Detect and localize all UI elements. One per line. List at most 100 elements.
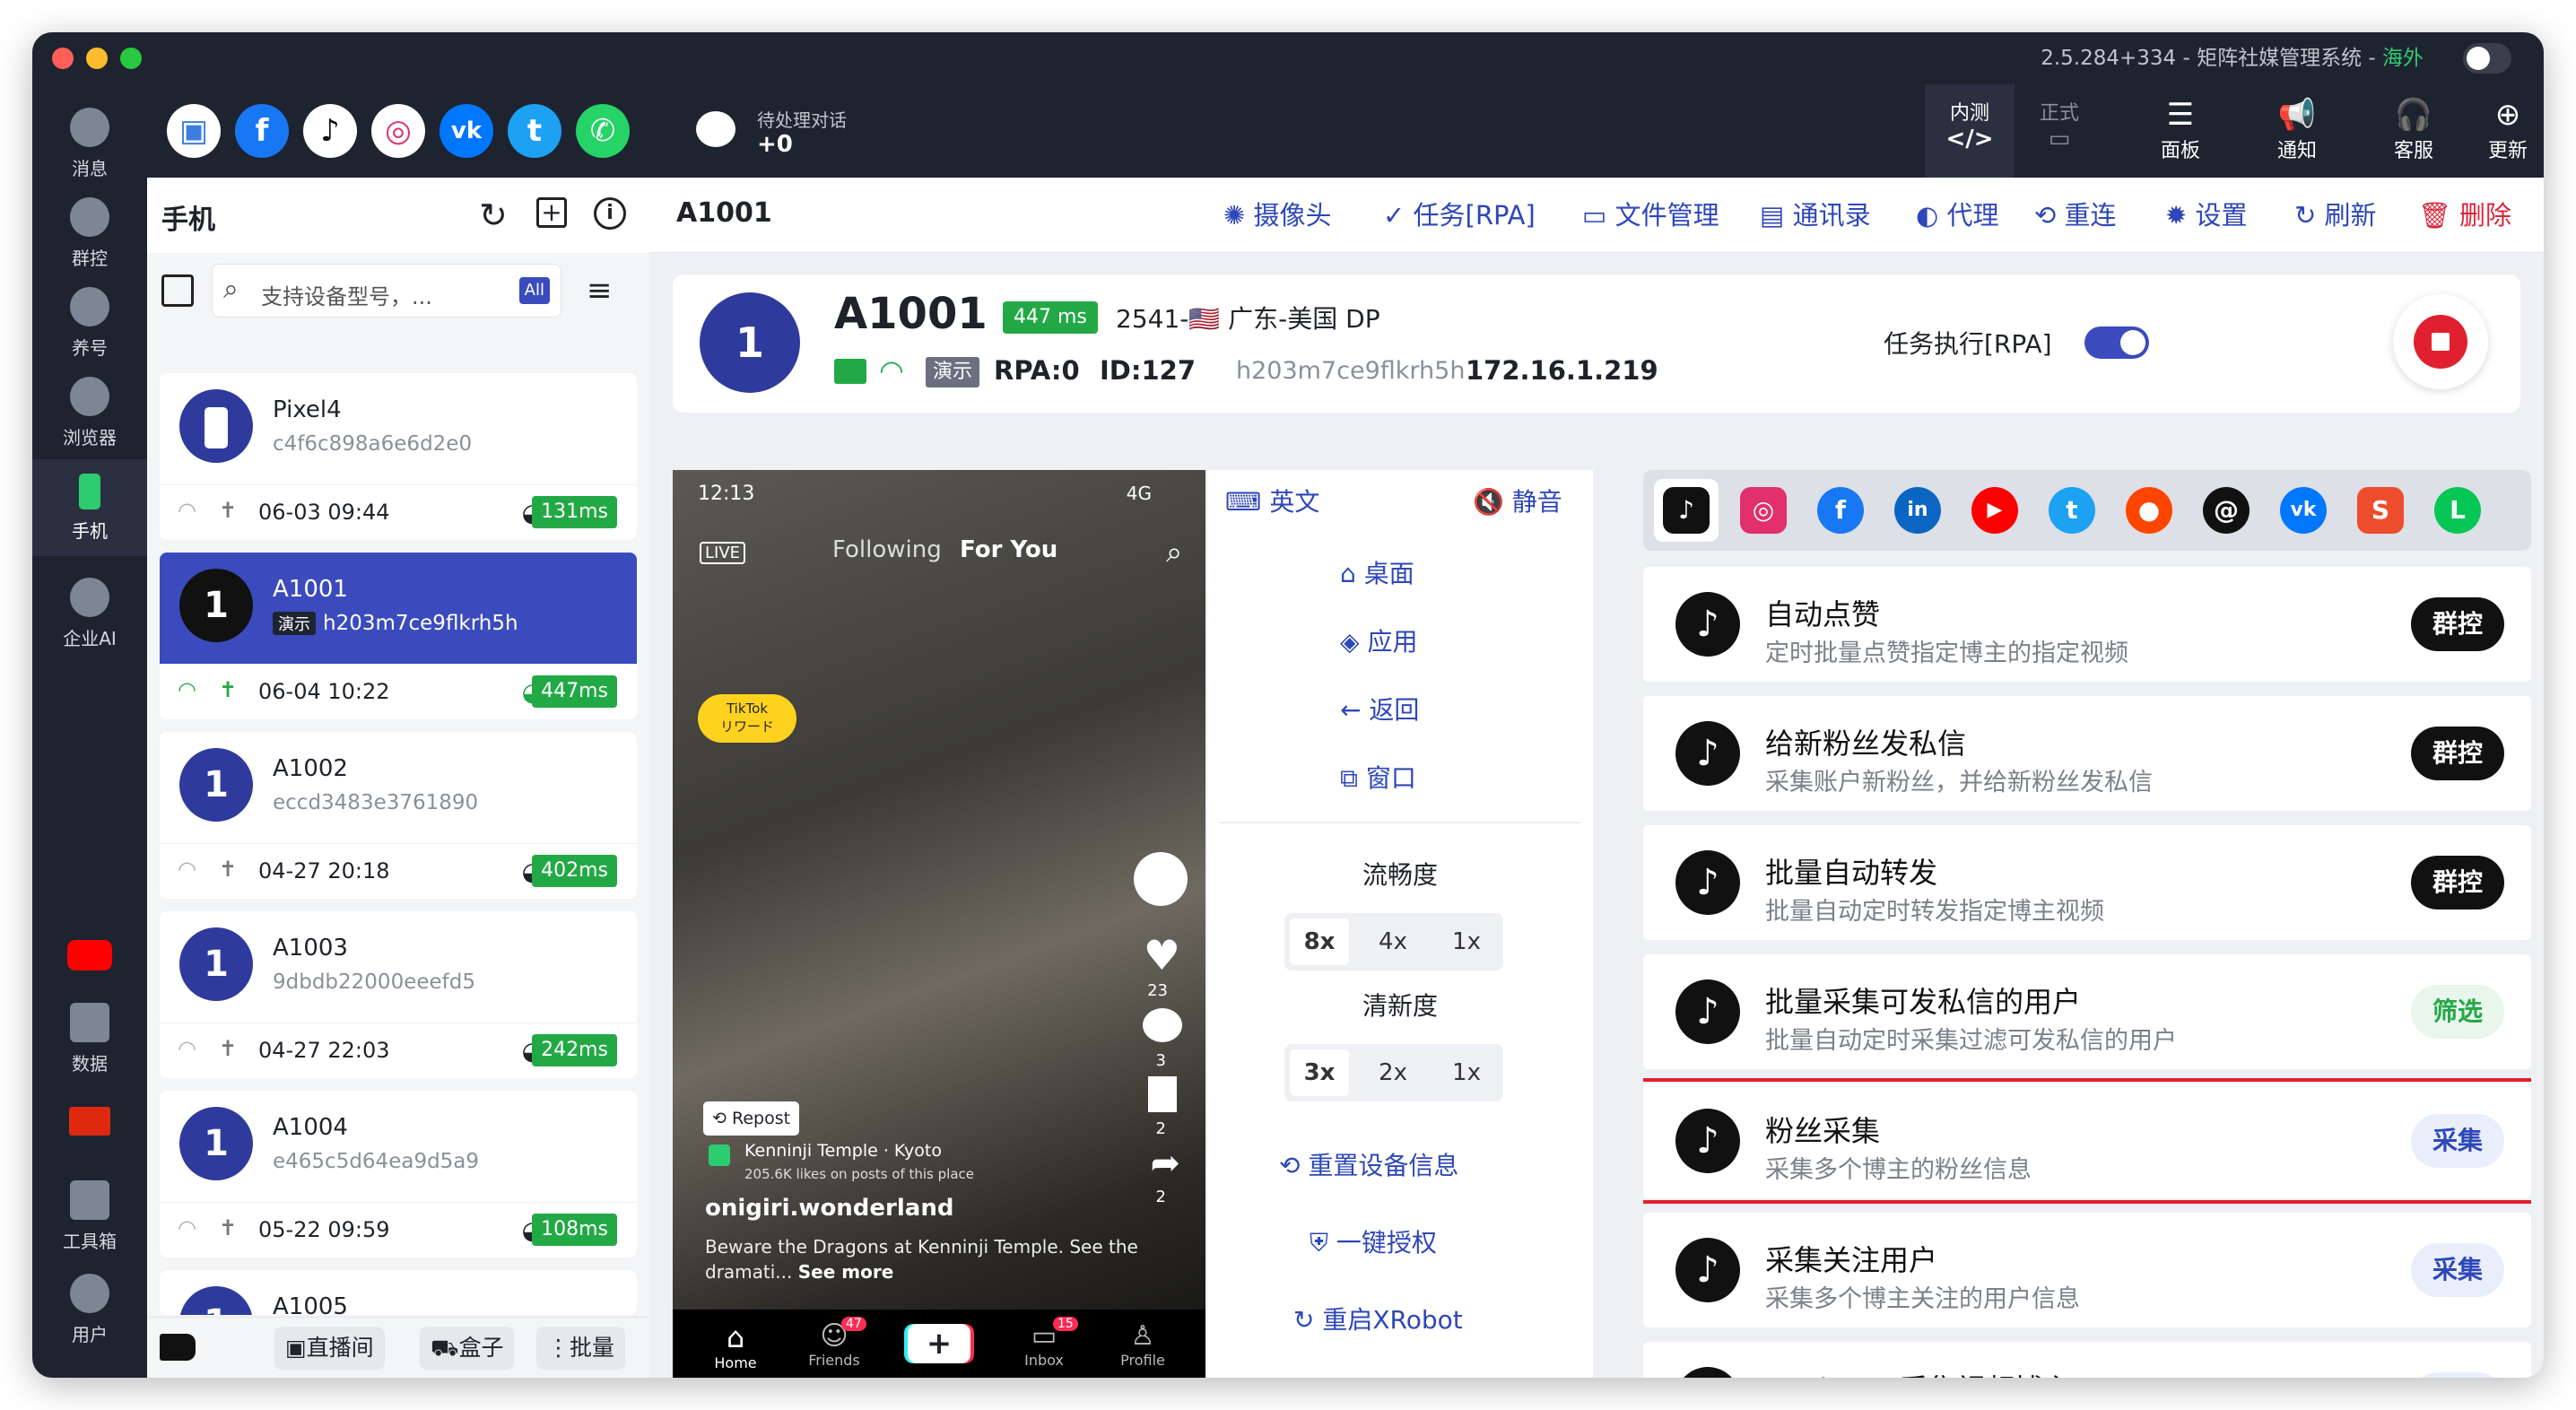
reddit-tab-icon[interactable]: ● [2126,487,2172,534]
back-button[interactable]: ← 返回 [1340,692,1419,728]
clarity-1x[interactable]: 1x [1437,1049,1496,1096]
device-search-input[interactable]: ⌕ 支持设备型号，... All [212,264,561,318]
desktop-button[interactable]: ⌂ 桌面 [1340,556,1414,592]
group-control-button[interactable]: 群控 [2410,856,2504,910]
batch-button[interactable]: ⋮批量 [536,1327,626,1370]
whatsapp-icon[interactable]: ✆ [576,104,630,158]
contacts-button[interactable]: ▤ 通讯录 [1760,197,1871,233]
panel-button[interactable]: ☰ 面板 [2122,84,2239,178]
twitter-icon[interactable]: t [508,104,561,158]
language-button[interactable]: ⌨ 英文 [1225,484,1319,520]
nav-friends[interactable]: ☺ Friends 47 [798,1317,870,1369]
support-button[interactable]: 🎧 客服 [2355,84,2472,178]
mute-button[interactable]: 🔇 静音 [1473,484,1562,520]
update-button[interactable]: ⊕ 更新 [2472,84,2544,178]
nav-item-phone[interactable]: 手机 [32,459,147,556]
settings-button[interactable]: ✹ 设置 [2165,197,2248,233]
close-window-button[interactable] [52,48,74,69]
video-author[interactable]: onigiri.wonderland [705,1195,953,1222]
nav-item-nurture[interactable]: 养号 [32,287,147,359]
pending-conversations[interactable]: 待处理对话 +0 [649,84,1925,178]
box-button[interactable]: ⛟盒子 [420,1327,515,1370]
creator-avatar[interactable] [1134,852,1188,906]
filter-button[interactable]: 筛选 [2410,985,2504,1039]
grid-view-icon[interactable] [161,274,194,307]
nav-item-group-control[interactable]: 群控 [32,197,147,269]
proxy-button[interactable]: ◐ 代理 [1916,197,1999,233]
tiktok-icon[interactable]: ♪ [303,104,357,158]
nav-item-user[interactable]: 用户 [32,1274,147,1345]
bookmark-icon[interactable] [1148,1076,1177,1112]
rpa-task-button[interactable]: ✓ 任务[RPA] [1383,197,1536,233]
vk-icon[interactable]: vk [439,104,493,158]
nav-home[interactable]: ⌂ Home [700,1320,771,1371]
refresh-icon[interactable]: ↻ [479,196,508,235]
stop-button[interactable] [2393,294,2488,389]
refresh-button[interactable]: ↻ 刷新 [2294,197,2377,233]
nav-item-youtube[interactable] [32,940,147,979]
comment-icon[interactable] [1143,1008,1182,1042]
task-card-hashtag-collect[interactable]: ♪ Hashtags采集视频博主 采集 [1643,1342,2531,1378]
device-card[interactable]: 1 A1005 [160,1270,637,1315]
vk-tab-icon[interactable]: vk [2280,487,2327,534]
theme-toggle[interactable] [2463,43,2511,74]
device-card[interactable]: 1 A1004 e465c5d64ea9d5a9 ◠ ✝ 05-22 09:59… [160,1091,637,1258]
task-toggle[interactable] [2084,326,2149,359]
fluency-4x[interactable]: 4x [1363,918,1423,965]
collect-button[interactable]: 采集 [2410,1372,2504,1378]
task-card-batch-repost[interactable]: ♪ 批量自动转发 批量自动定时转发指定博主视频 群控 [1643,825,2531,940]
add-device-icon[interactable]: + [536,197,567,228]
youtube-tab-icon[interactable]: ▶ [1971,487,2018,534]
task-card-collect-dm-users[interactable]: ♪ 批量采集可发私信的用户 批量自动定时采集过滤可发私信的用户 筛选 [1643,954,2531,1069]
instagram-icon[interactable]: ◎ [371,104,425,158]
for-you-tab[interactable]: For You [960,536,1057,563]
device-card[interactable]: 1 A1003 9dbdb22000eeefd5 ◠ ✝ 04-27 22:03… [160,911,637,1078]
collect-button[interactable]: 采集 [2410,1114,2504,1168]
see-more-link[interactable]: See more [798,1261,894,1283]
fluency-1x[interactable]: 1x [1437,918,1496,965]
fluency-8x[interactable]: 8x [1290,918,1349,965]
group-control-button[interactable]: 群控 [2410,727,2504,780]
location-name[interactable]: Kenninji Temple · Kyoto [744,1141,942,1161]
file-manager-button[interactable]: ▭ 文件管理 [1582,197,1719,233]
device-card[interactable]: 1 A1002 eccd3483e3761890 ◠ ✝ 04-27 20:18… [160,732,637,899]
device-card[interactable]: Pixel4 c4f6c898a6e6d2e0 ◠ ✝ 06-03 09:44 … [160,373,637,540]
search-icon[interactable]: ⌕ [1166,535,1182,570]
restart-xrobot-button[interactable]: ↻ 重启XRobot [1293,1302,1463,1338]
delete-button[interactable]: 🗑 删除 [2418,197,2511,233]
facebook-icon[interactable]: f [235,104,289,158]
reward-badge[interactable]: TikTok リワード [698,694,796,743]
clarity-2x[interactable]: 2x [1363,1049,1423,1096]
group-control-button[interactable]: 群控 [2410,597,2504,651]
clarity-3x[interactable]: 3x [1290,1049,1349,1096]
linkedin-tab-icon[interactable]: in [1894,487,1941,534]
share-icon[interactable]: ➦ [1150,1143,1180,1184]
nav-item-messages[interactable]: 消息 [32,108,147,179]
apps-button[interactable]: ◈ 应用 [1340,624,1417,660]
tag-icon[interactable] [160,1334,196,1361]
info-icon[interactable]: i [594,197,626,230]
heart-icon[interactable]: ♥ [1144,931,1180,979]
live-room-button[interactable]: ▣直播间 [274,1327,385,1370]
threads-tab-icon[interactable]: @ [2203,487,2250,534]
nav-profile[interactable]: ♙ Profile [1107,1320,1179,1369]
phone-screen[interactable]: 12:13 4G LIVE Following For You ⌕ TikTok… [673,470,1205,1378]
reset-device-info-button[interactable]: ⟲ 重置设备信息 [1279,1148,1458,1184]
facebook-tab-icon[interactable]: f [1817,487,1864,534]
following-tab[interactable]: Following [832,536,942,563]
shopee-tab-icon[interactable]: S [2357,487,2404,534]
task-card-following-collect[interactable]: ♪ 采集关注用户 采集多个博主关注的用户信息 采集 [1643,1213,2531,1327]
authorize-button[interactable]: ⛨ 一键授权 [1310,1225,1437,1261]
task-card-new-follower-dm[interactable]: ♪ 给新粉丝发私信 采集账户新粉丝，并给新粉丝发私信 群控 [1643,696,2531,811]
nav-item-data[interactable]: 数据 [32,1003,147,1075]
repost-button[interactable]: ⟲ Repost [703,1101,800,1136]
nav-inbox[interactable]: ▭ Inbox 15 [1008,1317,1080,1369]
notify-button[interactable]: 📢 通知 [2239,84,2355,178]
collect-button[interactable]: 采集 [2410,1243,2504,1297]
device-card-selected[interactable]: 1 A1001 演示 h203m7ce9flkrh5h ◠ ✝ 06-04 10:… [160,553,637,719]
live-button[interactable]: LIVE [700,542,746,564]
task-card-follower-collect[interactable]: ♪ 粉丝采集 采集多个博主的粉丝信息 采集 [1643,1078,2531,1204]
twitter-tab-icon[interactable]: t [2049,487,2095,534]
create-button[interactable]: + [908,1324,970,1363]
task-card-auto-like[interactable]: ♪ 自动点赞 定时批量点赞指定博主的指定视频 群控 [1643,567,2531,682]
